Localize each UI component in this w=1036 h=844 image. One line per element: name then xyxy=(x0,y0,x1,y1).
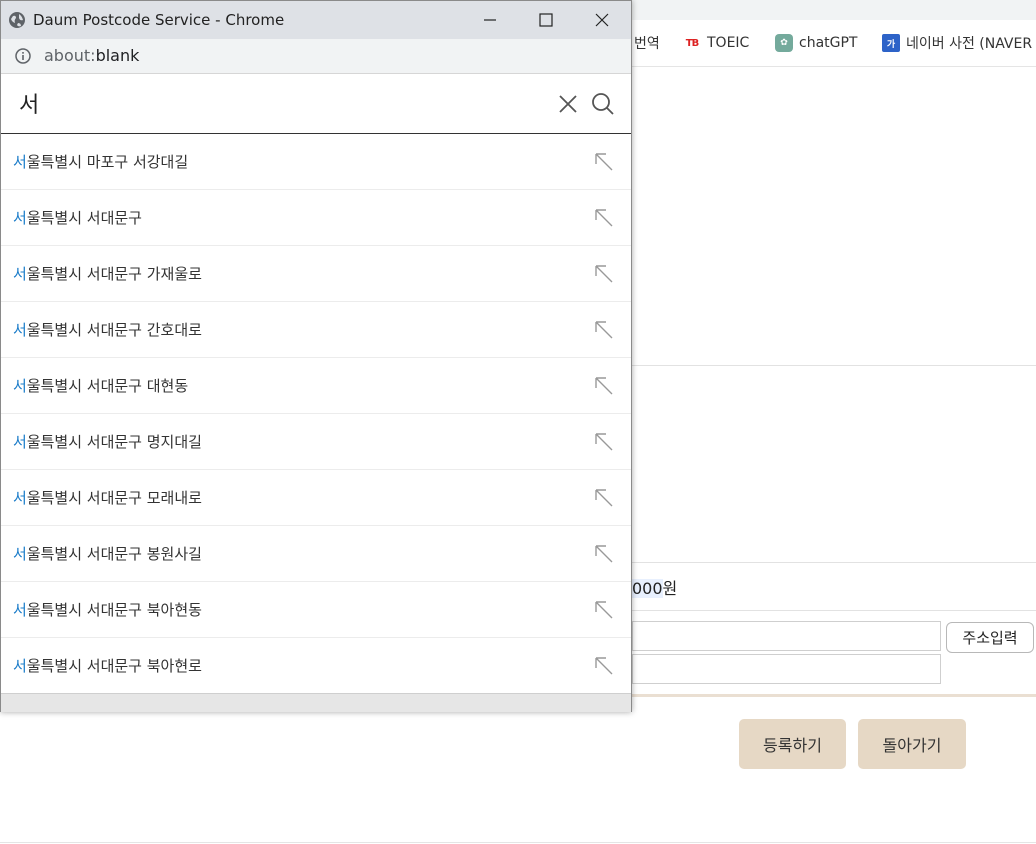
bookmark-label: 번역 xyxy=(634,36,660,52)
suggestion-rest: 울특별시 서대문구 xyxy=(26,209,142,227)
suggestion-rest: 울특별시 서대문구 북아현로 xyxy=(26,657,202,675)
suggestion-match: 서 xyxy=(13,433,27,451)
suggestion-rest: 울특별시 서대문구 간호대로 xyxy=(26,321,202,339)
suggestion-match: 서 xyxy=(13,545,27,563)
suggestion-item[interactable]: 서울특별시 서대문구 북아현로 xyxy=(1,638,631,693)
bookmark-chatgpt[interactable]: ✿ chatGPT xyxy=(775,32,857,54)
suggestion-match: 서 xyxy=(13,209,27,227)
register-button[interactable]: 등록하기 xyxy=(739,719,846,769)
maximize-icon xyxy=(539,13,553,27)
suggestion-rest: 울특별시 서대문구 북아현동 xyxy=(26,601,202,619)
postcode-popup-window: Daum Postcode Service - Chrome about:bla… xyxy=(0,0,632,712)
suggestion-match: 서 xyxy=(13,153,27,171)
suggestion-item[interactable]: 서울특별시 서대문구 가재울로 xyxy=(1,246,631,302)
maximize-button[interactable] xyxy=(517,1,575,39)
naver-dictionary-icon: 가 xyxy=(882,34,900,52)
suggestion-item[interactable]: 서울특별시 서대문구 모래내로 xyxy=(1,470,631,526)
clear-search-icon[interactable] xyxy=(556,92,580,116)
suggestion-rest: 울특별시 서대문구 봉원사길 xyxy=(26,545,202,563)
suggestion-match: 서 xyxy=(13,265,27,283)
bookmark-label: chatGPT xyxy=(799,35,858,51)
close-icon xyxy=(595,13,609,27)
close-window-button[interactable] xyxy=(573,1,631,39)
postcode-search-bar xyxy=(1,74,631,134)
bookmark-naver-dictionary[interactable]: 가 네이버 사전 (NAVER xyxy=(882,32,1032,54)
section-divider xyxy=(632,562,1036,563)
toeic-icon: TB xyxy=(685,37,699,49)
fill-suggestion-arrow-icon[interactable] xyxy=(593,655,615,677)
fill-suggestion-arrow-icon[interactable] xyxy=(593,543,615,565)
popup-titlebar[interactable]: Daum Postcode Service - Chrome xyxy=(1,1,631,39)
suggestion-text: 서울특별시 서대문구 모래내로 xyxy=(13,487,202,508)
price-display: 000원 xyxy=(632,575,677,599)
chatgpt-icon: ✿ xyxy=(775,34,793,52)
popup-url: about:blank xyxy=(44,46,139,65)
url-path: blank xyxy=(95,46,140,65)
suggestion-rest: 울특별시 서대문구 가재울로 xyxy=(26,265,202,283)
popup-title: Daum Postcode Service - Chrome xyxy=(33,11,285,29)
bookmark-label: 네이버 사전 (NAVER xyxy=(906,36,1033,52)
footer-divider xyxy=(0,842,1036,843)
fill-suggestion-arrow-icon[interactable] xyxy=(593,319,615,341)
fill-suggestion-arrow-icon[interactable] xyxy=(593,599,615,621)
suggestion-text: 서울특별시 서대문구 명지대길 xyxy=(13,431,202,452)
suggestion-item[interactable]: 서울특별시 서대문구 봉원사길 xyxy=(1,526,631,582)
fill-suggestion-arrow-icon[interactable] xyxy=(593,431,615,453)
price-value: 000 xyxy=(632,579,663,598)
suggestion-rest: 울특별시 서대문구 대현동 xyxy=(26,377,189,395)
suggestion-match: 서 xyxy=(13,377,27,395)
form-divider xyxy=(632,694,1036,697)
back-button[interactable]: 돌아가기 xyxy=(858,719,966,769)
url-scheme: about: xyxy=(44,46,96,65)
suggestion-text: 서울특별시 서대문구 간호대로 xyxy=(13,319,202,340)
fill-suggestion-arrow-icon[interactable] xyxy=(593,207,615,229)
suggestion-match: 서 xyxy=(13,321,27,339)
fill-suggestion-arrow-icon[interactable] xyxy=(593,375,615,397)
suggestion-list: 서울특별시 마포구 서강대길 서울특별시 서대문구 서울특별시 서대문구 가재울로 서… xyxy=(1,134,631,693)
suggestion-rest: 울특별시 서대문구 모래내로 xyxy=(26,489,202,507)
suggestion-text: 서울특별시 서대문구 북아현동 xyxy=(13,599,202,620)
suggestion-text: 서울특별시 서대문구 xyxy=(13,207,142,228)
suggestion-match: 서 xyxy=(13,601,27,619)
info-icon[interactable] xyxy=(15,48,31,64)
fill-suggestion-arrow-icon[interactable] xyxy=(593,487,615,509)
address-search-button[interactable]: 주소입력 xyxy=(946,622,1034,653)
postcode-search-input[interactable] xyxy=(19,86,539,120)
popup-bottom-bar xyxy=(1,693,631,712)
suggestion-match: 서 xyxy=(13,657,27,675)
popup-urlbar: about:blank xyxy=(1,39,631,74)
suggestion-item[interactable]: 서울특별시 마포구 서강대길 xyxy=(1,134,631,190)
minimize-icon xyxy=(484,19,496,21)
suggestion-rest: 울특별시 마포구 서강대길 xyxy=(26,153,189,171)
fill-suggestion-arrow-icon[interactable] xyxy=(593,263,615,285)
suggestion-text: 서울특별시 서대문구 북아현로 xyxy=(13,655,202,676)
section-divider xyxy=(632,610,1036,611)
minimize-button[interactable] xyxy=(461,1,519,39)
suggestion-text: 서울특별시 서대문구 대현동 xyxy=(13,375,188,396)
fill-suggestion-arrow-icon[interactable] xyxy=(593,151,615,173)
suggestion-match: 서 xyxy=(13,489,27,507)
suggestion-item[interactable]: 서울특별시 서대문구 간호대로 xyxy=(1,302,631,358)
suggestion-text: 서울특별시 서대문구 봉원사길 xyxy=(13,543,202,564)
suggestion-rest: 울특별시 서대문구 명지대길 xyxy=(26,433,202,451)
address-detail-input[interactable] xyxy=(632,654,941,684)
suggestion-item[interactable]: 서울특별시 서대문구 대현동 xyxy=(1,358,631,414)
suggestion-item[interactable]: 서울특별시 서대문구 명지대길 xyxy=(1,414,631,470)
suggestion-item[interactable]: 서울특별시 서대문구 xyxy=(1,190,631,246)
bookmark-label: TOEIC xyxy=(707,35,750,51)
bookmark-toeic[interactable]: TB TOEIC xyxy=(683,32,750,54)
suggestion-text: 서울특별시 마포구 서강대길 xyxy=(13,151,188,172)
price-unit: 원 xyxy=(662,579,678,598)
address-input[interactable] xyxy=(632,621,941,651)
search-icon[interactable] xyxy=(590,91,616,117)
section-divider xyxy=(632,365,1036,366)
bookmark-translate[interactable]: 번역 xyxy=(634,32,660,54)
suggestion-text: 서울특별시 서대문구 가재울로 xyxy=(13,263,202,284)
suggestion-item[interactable]: 서울특별시 서대문구 북아현동 xyxy=(1,582,631,638)
globe-icon xyxy=(9,12,25,28)
